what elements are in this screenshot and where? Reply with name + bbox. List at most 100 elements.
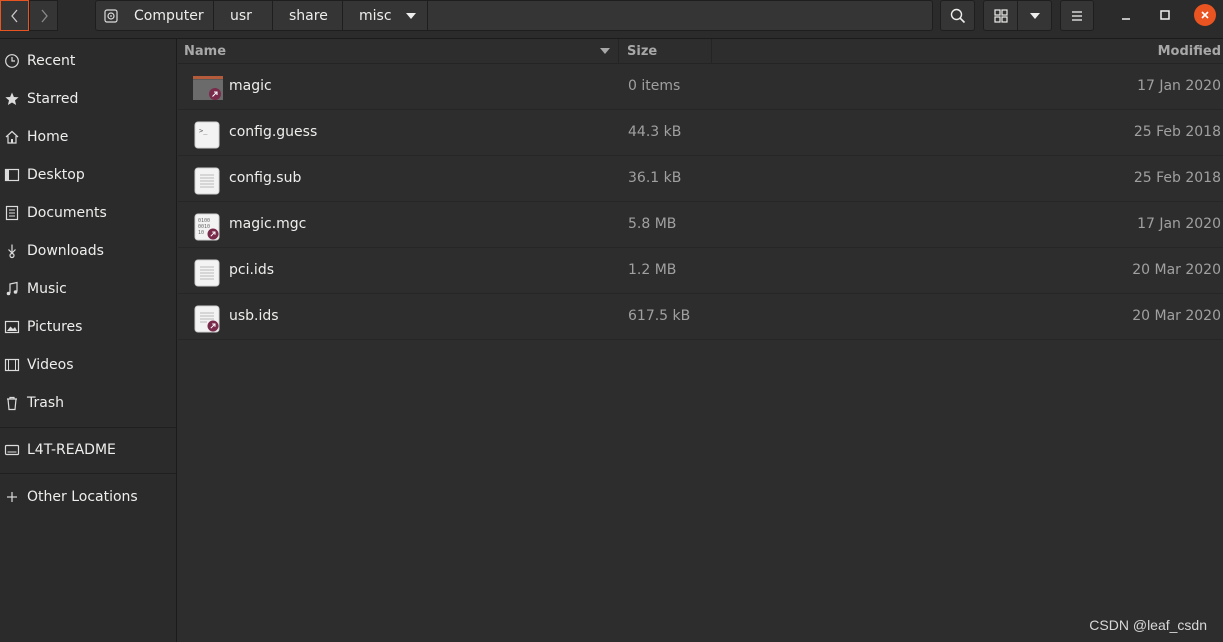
home-icon (4, 129, 20, 145)
sidebar-item-label: Pictures (27, 319, 83, 335)
sidebar-item-label: Downloads (27, 243, 104, 259)
file-name: magic.mgc (229, 216, 307, 232)
column-name[interactable]: Name (184, 44, 226, 59)
close-button[interactable] (1194, 4, 1216, 26)
text-file-icon (194, 259, 220, 287)
chevron-right-icon (41, 9, 48, 22)
chevron-down-icon (1029, 12, 1040, 19)
minimize-button[interactable] (1115, 4, 1137, 26)
header-bar: Computer usr share misc (0, 0, 1223, 39)
file-size: 44.3 kB (628, 124, 682, 140)
document-icon (4, 205, 20, 221)
sidebar-item-pictures[interactable]: Pictures (0, 308, 176, 346)
text-file-icon (194, 167, 220, 195)
clock-icon (4, 53, 20, 69)
sidebar-item-recent[interactable]: Recent (0, 42, 176, 80)
file-modified: 25 Feb 2018 (1133, 124, 1221, 140)
back-button[interactable] (0, 0, 29, 31)
column-size[interactable]: Size (627, 44, 657, 59)
view-options-button[interactable] (1017, 0, 1052, 31)
path-crumb-computer[interactable]: Computer (96, 1, 214, 30)
sidebar-item-videos[interactable]: Videos (0, 346, 176, 384)
file-modified: 25 Feb 2018 (1133, 170, 1221, 186)
path-crumb-label: misc (359, 7, 392, 24)
music-icon (4, 281, 20, 297)
sidebar-item-music[interactable]: Music (0, 270, 176, 308)
sidebar-item-label: Starred (27, 91, 79, 107)
sidebar-item-label: L4T-README (27, 442, 116, 458)
navigation-buttons (0, 0, 58, 31)
column-separator (711, 39, 712, 63)
path-crumb-share[interactable]: share (273, 1, 343, 30)
sidebar-item-label: Videos (27, 357, 74, 373)
sidebar-item-downloads[interactable]: Downloads (0, 232, 176, 270)
folder-link-icon (193, 76, 223, 100)
path-bar-empty[interactable] (428, 1, 932, 30)
minimize-icon (1122, 18, 1130, 20)
file-row-magic[interactable]: magic 0 items 17 Jan 2020 (178, 64, 1223, 110)
menu-button[interactable] (1060, 0, 1094, 31)
file-modified: 20 Mar 2020 (1132, 262, 1221, 278)
file-row-config-guess[interactable]: >_ config.guess 44.3 kB 25 Feb 2018 (178, 110, 1223, 156)
sidebar-item-label: Home (27, 129, 69, 145)
disk-icon (104, 8, 118, 23)
path-crumb-label: share (289, 7, 328, 24)
sidebar-item-label: Desktop (27, 167, 85, 183)
forward-button[interactable] (29, 0, 58, 31)
sidebar-item-label: Documents (27, 205, 107, 221)
search-button[interactable] (940, 0, 975, 31)
file-size: 0 items (628, 78, 681, 94)
file-modified: 20 Mar 2020 (1132, 308, 1221, 324)
close-icon (1201, 11, 1209, 19)
video-icon (4, 357, 20, 373)
maximize-icon (1160, 10, 1170, 20)
maximize-button[interactable] (1154, 4, 1176, 26)
chevron-left-icon (10, 9, 17, 22)
file-size: 1.2 MB (628, 262, 677, 278)
sidebar-item-home[interactable]: Home (0, 118, 176, 156)
file-name: config.guess (229, 124, 318, 140)
search-icon (950, 8, 965, 23)
file-modified: 17 Jan 2020 (1137, 78, 1221, 94)
sidebar-item-label: Recent (27, 53, 76, 69)
text-file-link-icon (194, 305, 220, 333)
sidebar-separator (0, 473, 176, 474)
sort-descending-icon (600, 48, 610, 54)
sidebar-item-label: Music (27, 281, 67, 297)
file-row-usb-ids[interactable]: usb.ids 617.5 kB 20 Mar 2020 (178, 294, 1223, 340)
file-row-pci-ids[interactable]: pci.ids 1.2 MB 20 Mar 2020 (178, 248, 1223, 294)
path-crumb-usr[interactable]: usr (214, 1, 273, 30)
star-icon (4, 91, 20, 107)
sidebar-item-trash[interactable]: Trash (0, 384, 176, 422)
sidebar-item-desktop[interactable]: Desktop (0, 156, 176, 194)
path-crumb-misc[interactable]: misc (343, 1, 428, 30)
file-modified: 17 Jan 2020 (1137, 216, 1221, 232)
sidebar-item-documents[interactable]: Documents (0, 194, 176, 232)
path-crumb-label: Computer (134, 7, 204, 24)
column-modified[interactable]: Modified (1158, 44, 1221, 59)
file-row-config-sub[interactable]: config.sub 36.1 kB 25 Feb 2018 (178, 156, 1223, 202)
desktop-icon (4, 167, 20, 183)
file-name: magic (229, 78, 272, 94)
column-separator (618, 39, 619, 63)
chevron-down-icon (405, 12, 416, 19)
drive-icon (4, 442, 20, 458)
watermark: CSDN @leaf_csdn (1089, 617, 1207, 633)
column-header: Name Size Modified (178, 39, 1223, 64)
file-list: Name Size Modified magic 0 items 17 Jan … (178, 39, 1223, 642)
sidebar-item-other-locations[interactable]: Other Locations (0, 478, 176, 516)
path-bar: Computer usr share misc (95, 0, 933, 31)
sidebar: Recent Starred Home Desktop Documents Do… (0, 39, 177, 642)
file-row-magic-mgc[interactable]: 0100 0010 10 magic.mgc 5.8 MB 17 Jan 202… (178, 202, 1223, 248)
download-icon (4, 243, 20, 259)
script-file-icon: >_ (194, 121, 220, 149)
view-grid-button[interactable] (983, 0, 1018, 31)
grid-icon (993, 8, 1008, 23)
sidebar-item-label: Trash (27, 395, 64, 411)
sidebar-item-label: Other Locations (27, 489, 138, 505)
picture-icon (4, 319, 20, 335)
svg-text:>_: >_ (199, 127, 208, 135)
file-name: usb.ids (229, 308, 279, 324)
sidebar-item-l4t-readme[interactable]: L4T-README (0, 431, 176, 469)
sidebar-item-starred[interactable]: Starred (0, 80, 176, 118)
